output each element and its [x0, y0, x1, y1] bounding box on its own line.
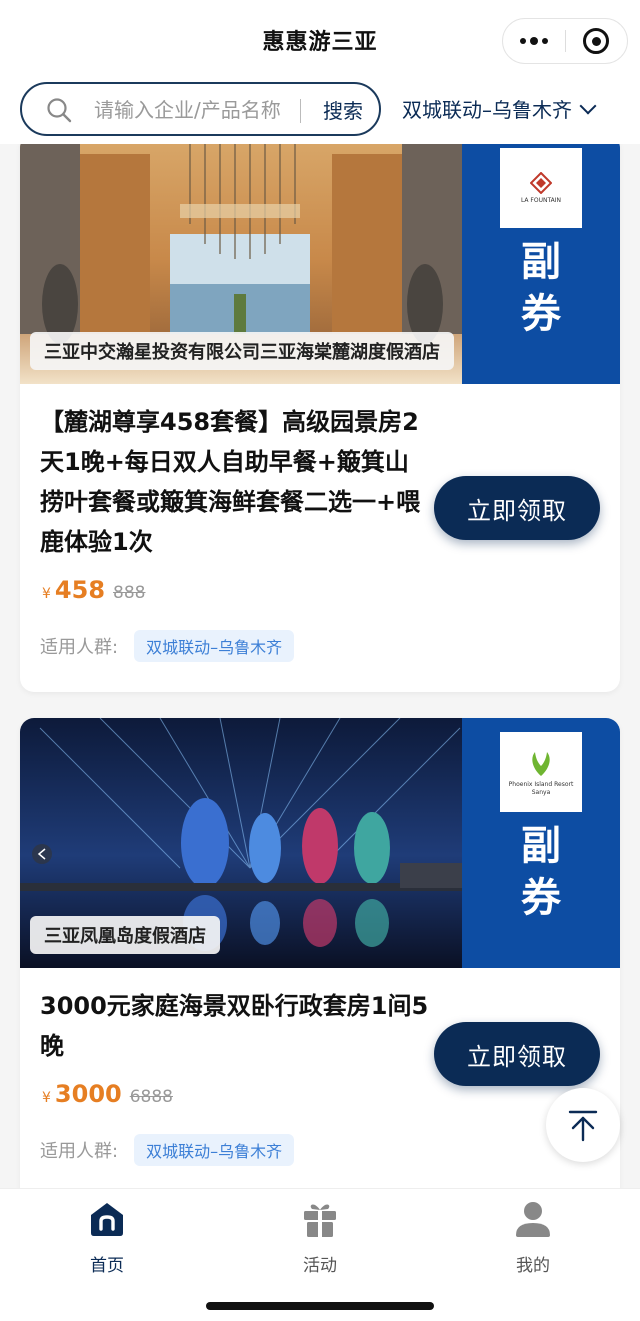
search-icon [47, 98, 72, 123]
coupon-title: 【麓湖尊享458套餐】高级园景房2天1晚+每日双人自助早餐+簸箕山捞叶套餐或簸箕… [40, 408, 421, 556]
coupon-side-panel: LA FOUNTAIN 副 券 [462, 144, 620, 384]
price-current: 458 [54, 576, 106, 604]
coupon-label-line-2: 券 [521, 875, 561, 921]
card-body: 3000元家庭海景双卧行政套房1间5晚 立即领取 ¥ 3000 6888 适用人… [20, 968, 620, 1188]
tab-activity[interactable]: 活动 [260, 1199, 380, 1276]
price-original: 6888 [129, 1087, 173, 1107]
more-button[interactable] [503, 19, 565, 63]
card-body: 【麓湖尊享458套餐】高级园景房2天1晚+每日双人自助早餐+簸箕山捞叶套餐或簸箕… [20, 384, 620, 692]
close-button[interactable] [566, 19, 628, 63]
search-divider [300, 99, 301, 123]
coupon-label-line-2: 券 [521, 291, 561, 337]
tab-label: 活动 [303, 1256, 337, 1276]
audience-row: 适用人群: 双城联动–乌鲁木齐 [40, 630, 295, 662]
hotel-name-tag: 三亚中交瀚星投资有限公司三亚海棠麓湖度假酒店 [30, 332, 454, 370]
hotel-photo: 三亚凤凰岛度假酒店 [20, 718, 462, 968]
city-selector[interactable]: 双城联动–乌鲁木齐 [402, 94, 597, 123]
claim-button[interactable]: 立即领取 [434, 476, 600, 540]
price-currency: ¥ [42, 586, 51, 602]
phoenix-logo-icon [532, 751, 550, 776]
target-icon [583, 28, 610, 54]
coupon-side-panel: Phoenix Island Resort Sanya 副 券 [462, 718, 620, 968]
home-indicator [206, 1302, 434, 1310]
price-row: ¥ 3000 6888 [42, 1080, 173, 1108]
chevron-down-icon [579, 97, 597, 114]
tab-label: 首页 [90, 1256, 124, 1276]
home-icon [91, 1203, 123, 1236]
audience-tag: 双城联动–乌鲁木齐 [134, 630, 295, 662]
more-dots-icon [519, 37, 548, 45]
search-box: 搜索 [20, 82, 381, 136]
hotel-logo: Phoenix Island Resort Sanya [500, 732, 582, 812]
search-input[interactable] [94, 93, 294, 127]
city-label: 双城联动–乌鲁木齐 [402, 98, 572, 122]
claim-button[interactable]: 立即领取 [434, 1022, 600, 1086]
card-header: 三亚凤凰岛度假酒店 Phoenix Island Resort Sanya 副 … [20, 718, 620, 968]
la-fountain-logo-icon [530, 171, 552, 194]
logo-text: LA FOUNTAIN [520, 196, 562, 204]
arrow-up-icon [568, 1110, 598, 1142]
logo-text: Phoenix Island Resort Sanya [508, 780, 574, 796]
tab-home[interactable]: 首页 [47, 1199, 167, 1276]
hotel-name-tag: 三亚凤凰岛度假酒店 [30, 916, 220, 954]
coupon-card[interactable]: 三亚凤凰岛度假酒店 Phoenix Island Resort Sanya 副 … [20, 718, 620, 1188]
coupon-label-line-1: 副 [521, 823, 561, 869]
audience-label: 适用人群: [40, 637, 119, 658]
gift-icon [304, 1204, 336, 1237]
hotel-photo: 三亚中交瀚星投资有限公司三亚海棠麓湖度假酒店 [20, 144, 462, 384]
back-to-top-button[interactable] [546, 1088, 620, 1162]
nav-bar: 惠惠游三亚 [0, 0, 640, 82]
price-current: 3000 [54, 1080, 122, 1108]
audience-tag: 双城联动–乌鲁木齐 [134, 1134, 295, 1166]
audience-label: 适用人群: [40, 1141, 119, 1162]
coupon-title: 3000元家庭海景双卧行政套房1间5晚 [40, 992, 429, 1060]
hotel-logo: LA FOUNTAIN [500, 148, 582, 228]
coupon-type-label: 副 券 [462, 820, 620, 924]
coupon-card[interactable]: 三亚中交瀚星投资有限公司三亚海棠麓湖度假酒店 LA FOUNTAIN 副 券 【… [20, 144, 620, 692]
search-bar: 搜索 双城联动–乌鲁木齐 [0, 82, 640, 144]
price-row: ¥ 458 888 [42, 576, 145, 604]
coupon-label-line-1: 副 [521, 239, 561, 285]
search-button[interactable]: 搜索 [312, 96, 374, 126]
coupon-type-label: 副 券 [462, 236, 620, 340]
tab-mine[interactable]: 我的 [473, 1199, 593, 1276]
miniprogram-capsule [502, 18, 628, 64]
app-page: 惠惠游三亚 搜索 双城联动–乌鲁木齐 [0, 0, 640, 1321]
price-original: 888 [113, 583, 146, 603]
audience-row: 适用人群: 双城联动–乌鲁木齐 [40, 1134, 295, 1166]
coupon-list[interactable]: 三亚中交瀚星投资有限公司三亚海棠麓湖度假酒店 LA FOUNTAIN 副 券 【… [0, 144, 640, 1188]
price-currency: ¥ [42, 1090, 51, 1106]
card-header: 三亚中交瀚星投资有限公司三亚海棠麓湖度假酒店 LA FOUNTAIN 副 券 [20, 144, 620, 384]
user-icon [516, 1202, 550, 1237]
tab-label: 我的 [516, 1256, 550, 1276]
